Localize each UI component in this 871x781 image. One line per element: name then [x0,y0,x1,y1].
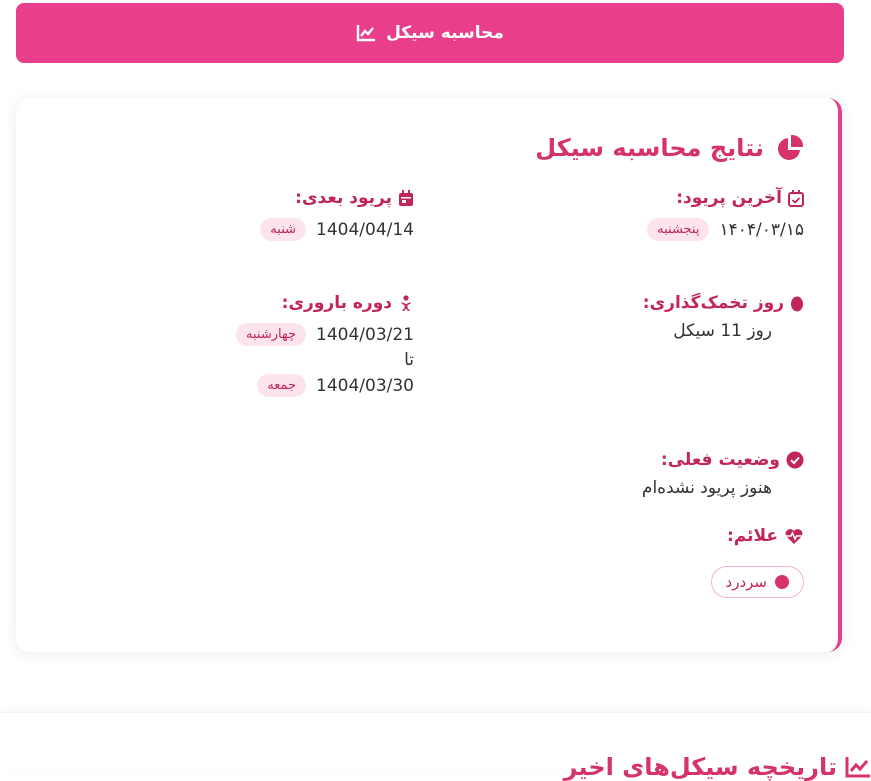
heart-pulse-icon [784,528,804,545]
history-title-text: تاریخچه سیکل‌های اخیر [563,753,837,781]
fertile-start-date: 1404/03/21 [316,324,414,345]
ovulation-label: روز تخمک‌گذاری: [642,293,784,313]
cycle-results-card: نتایج محاسبه سیکل آخرین پریود: ۱۴۰۴/۰۳/۱… [16,98,842,652]
ovulation-field: روز تخمک‌گذاری: روز 11 سیکل [643,293,804,341]
check-circle-icon [786,451,804,469]
circle-icon [775,575,789,589]
symptom-chip: سردرد [710,566,804,598]
egg-icon [790,295,804,312]
next-period-date: 1404/04/14 [316,219,414,240]
current-status-field: وضعیت فعلی: هنوز پریود نشده‌ام [642,450,804,498]
history-title: تاریخچه سیکل‌های اخیر [564,753,871,781]
last-period-date: ۱۴۰۴/۰۳/۱۵ [719,219,804,240]
symptoms-label: علائم: [726,526,778,546]
baby-icon [398,294,414,312]
calculate-cycle-button[interactable]: محاسبه سیکل [16,3,844,63]
last-period-weekday-badge: پنجشنبه [647,218,710,241]
calculate-cycle-label: محاسبه سیکل [386,23,504,43]
results-title: نتایج محاسبه سیکل [535,134,804,162]
chart-line-icon-history [845,756,871,778]
pie-chart-icon [776,134,804,162]
last-period-label: آخرین پریود: [676,188,782,208]
fertile-window-field: دوره باروری: 1404/03/21 چهارشنبه تا 1404… [236,293,414,397]
fertile-window-label: دوره باروری: [281,293,392,313]
symptoms-field: علائم: [727,526,804,546]
calendar-icon [398,189,414,207]
last-period-field: آخرین پریود: ۱۴۰۴/۰۳/۱۵ پنجشنبه [647,188,804,241]
next-period-weekday-badge: شنبه [260,218,307,241]
ovulation-value: روز 11 سیکل [673,321,772,341]
next-period-field: پریود بعدی: 1404/04/14 شنبه [260,188,414,241]
fertile-end-date: 1404/03/30 [316,375,414,396]
chart-line-icon [356,24,376,42]
next-period-label: پریود بعدی: [295,188,392,208]
calendar-check-icon [788,189,804,207]
cycle-history-card: تاریخچه سیکل‌های اخیر [0,712,871,781]
current-status-value: هنوز پریود نشده‌ام [641,478,772,498]
fertile-end-weekday-badge: جمعه [257,374,307,397]
fertile-start-weekday-badge: چهارشنبه [236,323,307,346]
results-title-text: نتایج محاسبه سیکل [535,134,764,162]
current-status-label: وضعیت فعلی: [660,450,780,470]
fertile-to-text: تا [404,350,414,370]
symptom-chip-label: سردرد [725,573,767,591]
